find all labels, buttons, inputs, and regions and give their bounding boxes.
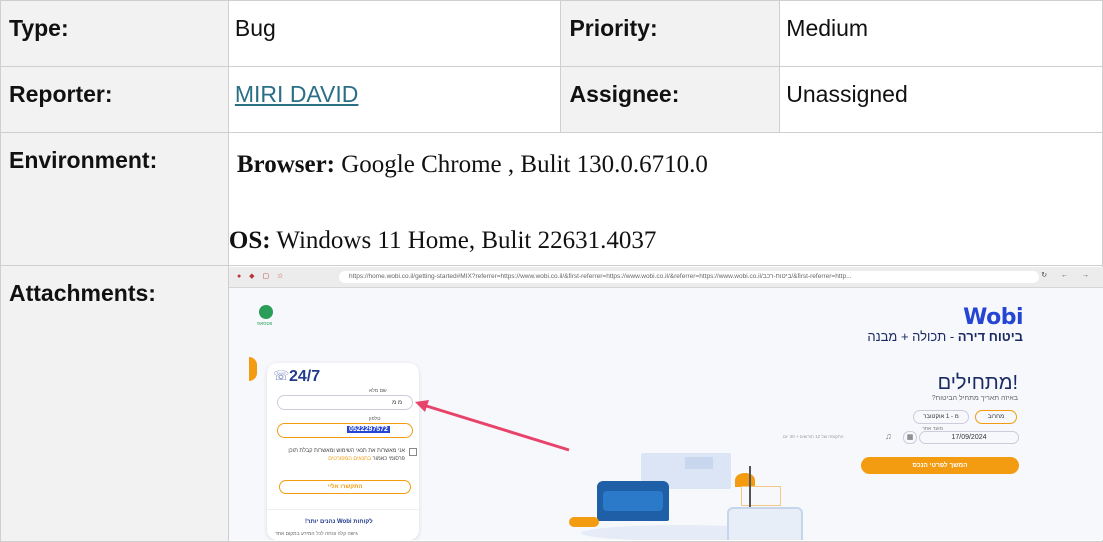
attachment-screenshot[interactable]: ● ◆ ▢ ☆ https://home.wobi.co.il/getting-…	[229, 267, 1103, 540]
browser-value: Google Chrome , Bulit 130.0.6710.0	[335, 151, 708, 178]
os-key: OS:	[228, 227, 271, 254]
type-value: Bug	[234, 15, 276, 41]
priority-value: Medium	[786, 15, 869, 41]
reporter-label: Reporter:	[9, 81, 113, 107]
reporter-value-cell: MIRI DAVID	[227, 66, 562, 133]
environment-browser-line: Browser: Google Chrome , Bulit 130.0.671…	[237, 151, 708, 179]
reporter-link[interactable]: MIRI DAVID	[235, 81, 359, 107]
annotation-arrow	[415, 400, 570, 452]
environment-os-line: OS: Windows 11 Home, Bulit 22631.4037	[229, 227, 657, 255]
priority-label: Priority:	[569, 15, 658, 41]
environment-value-cell: Browser: Google Chrome , Bulit 130.0.671…	[227, 132, 1103, 266]
browser-key: Browser:	[236, 151, 335, 178]
os-value: Windows 11 Home, Bulit 22631.4037	[270, 227, 657, 254]
assignee-value: Unassigned	[786, 81, 908, 107]
type-label: Type:	[9, 15, 69, 41]
assignee-value-cell: Unassigned	[779, 66, 1103, 133]
priority-value-cell: Medium	[779, 0, 1103, 67]
attachments-label: Attachments:	[9, 280, 156, 306]
environment-label-cell: Environment:	[0, 132, 229, 266]
type-value-cell: Bug	[227, 0, 562, 67]
type-label-cell: Type:	[0, 0, 229, 67]
attachments-label-cell: Attachments:	[0, 265, 229, 542]
arrow-head	[415, 400, 429, 412]
arrow-shaft	[419, 402, 570, 452]
reporter-label-cell: Reporter:	[0, 66, 229, 133]
assignee-label: Assignee:	[569, 81, 680, 107]
environment-label: Environment:	[9, 147, 158, 173]
assignee-label-cell: Assignee:	[560, 66, 781, 133]
priority-label-cell: Priority:	[560, 0, 781, 67]
